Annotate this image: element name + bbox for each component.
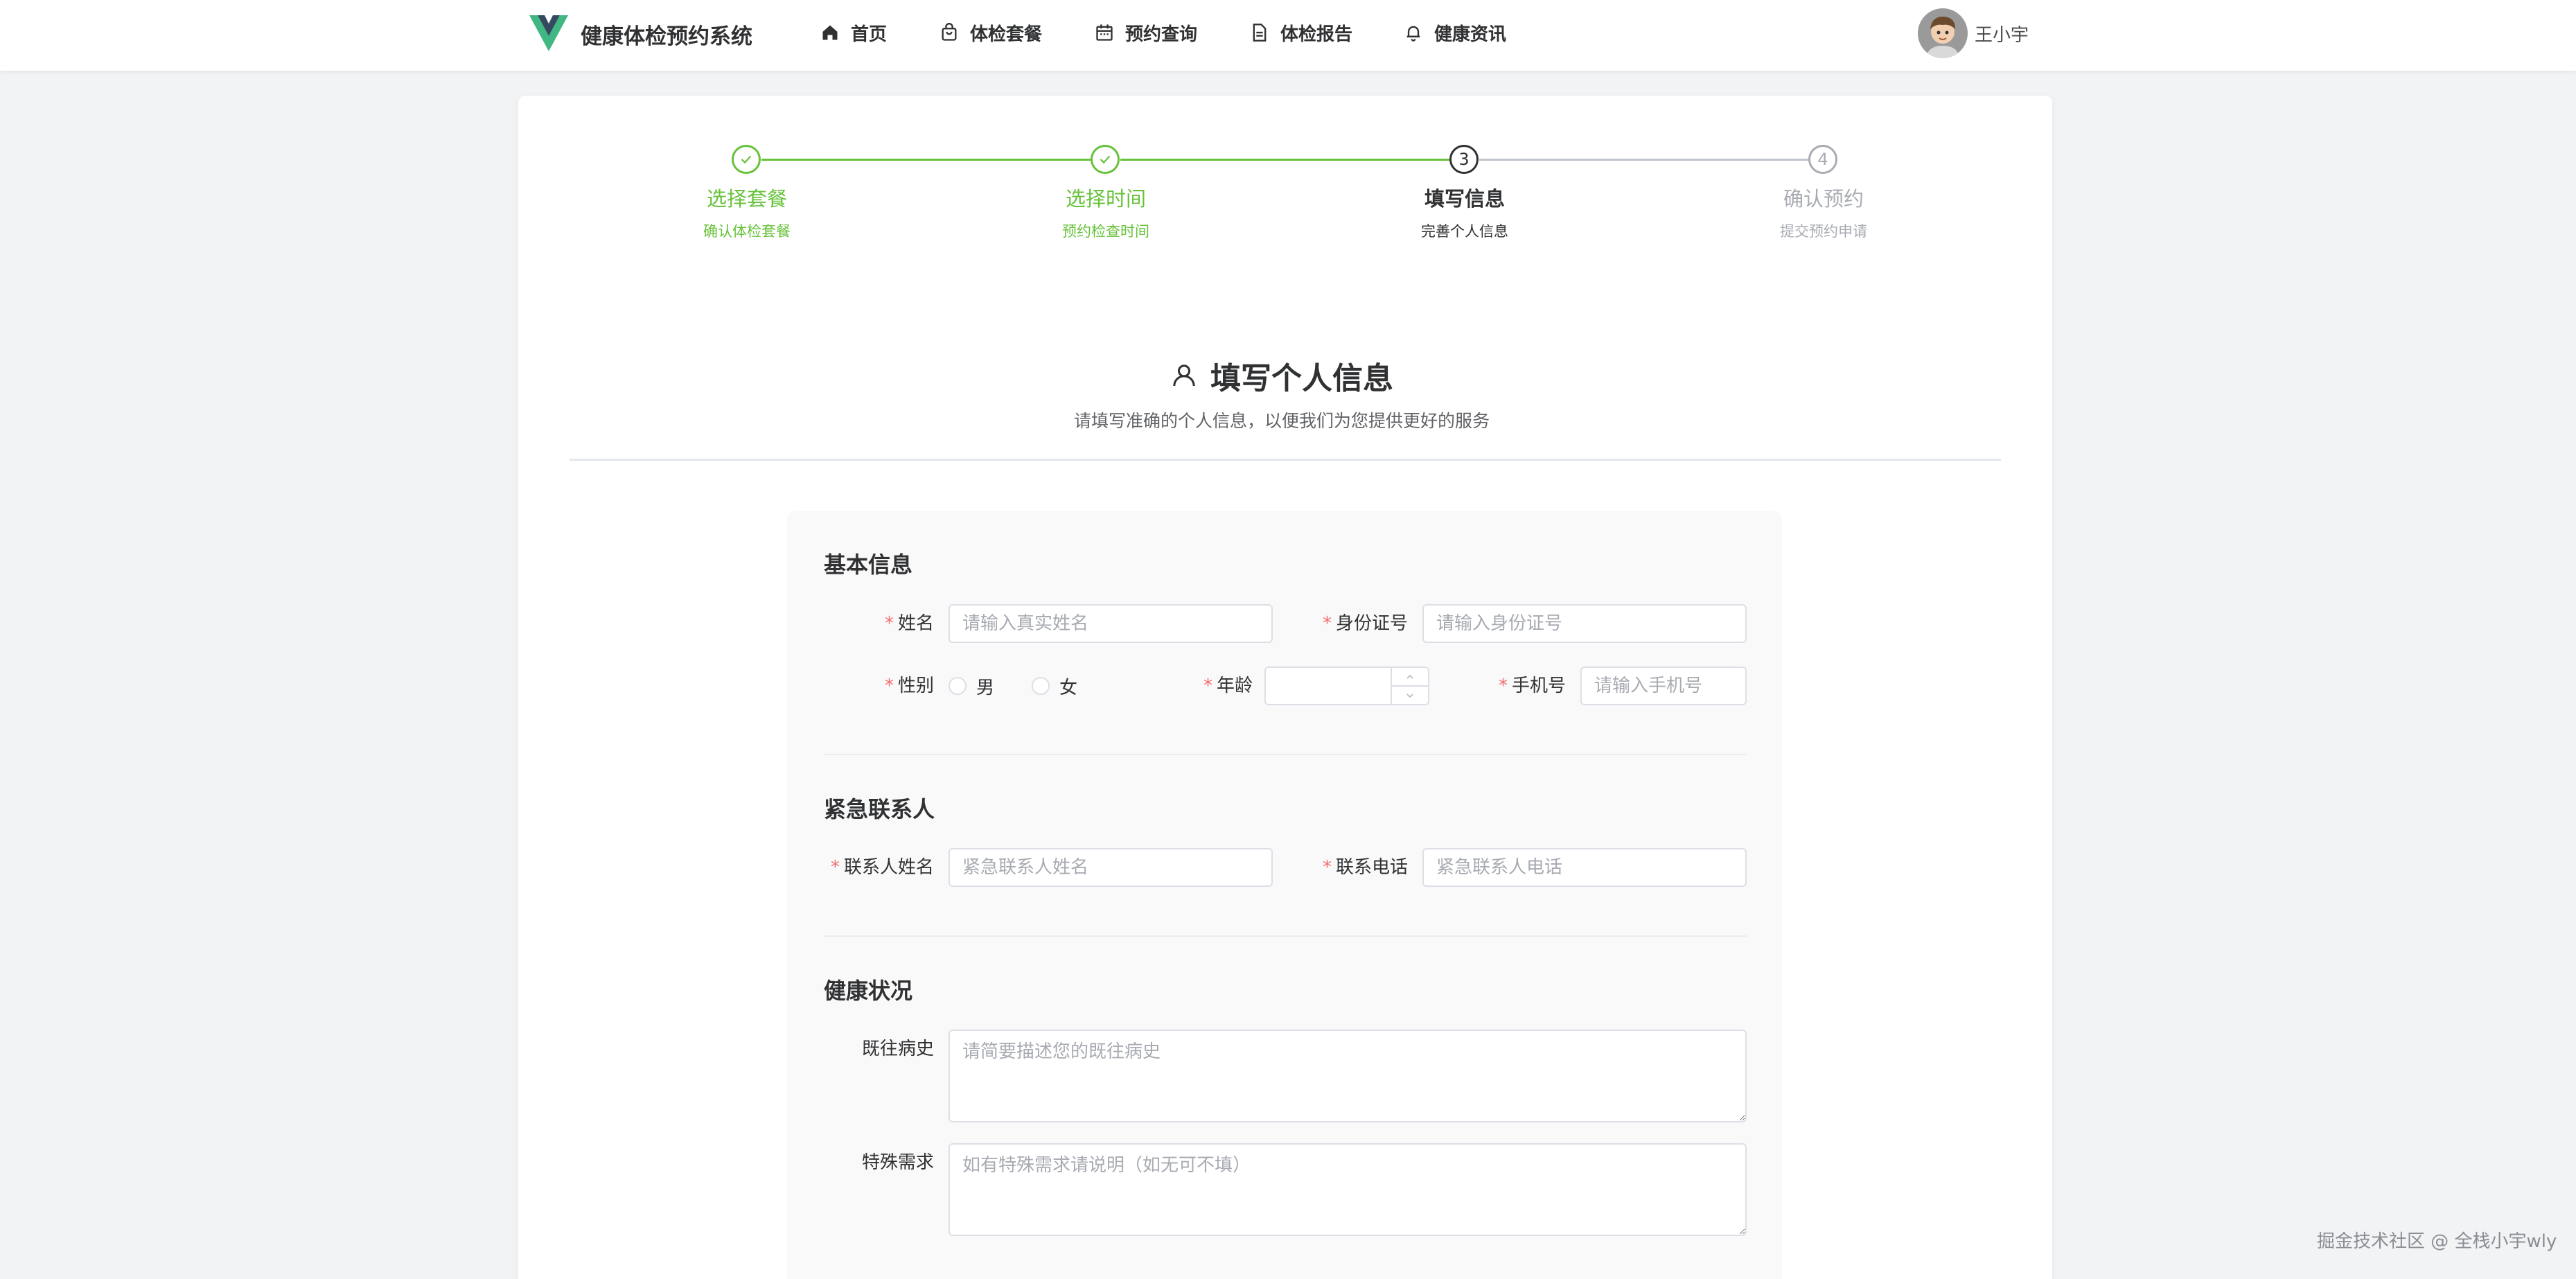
document-icon — [1253, 24, 1267, 42]
shopping-bag-icon — [942, 23, 957, 41]
calendar-icon — [1096, 24, 1113, 41]
required-mark: * — [1322, 613, 1332, 634]
user-icon — [1173, 364, 1195, 387]
step-4-number: 4 — [1808, 145, 1837, 174]
top-navbar: 健康体检预约系统 首页 体检套餐 预约查询 体检报告 健康资讯 王小宇 — [0, 0, 2576, 71]
step-3-number: 3 — [1449, 145, 1479, 174]
required-mark: * — [884, 676, 894, 696]
name-input[interactable] — [949, 604, 1273, 643]
radio-label-male: 男 — [976, 677, 995, 698]
emergency-contact-title: 紧急联系人 — [824, 796, 935, 822]
nav-news-label: 健康资讯 — [1434, 24, 1507, 45]
step-2-check-icon — [1091, 145, 1120, 174]
group-divider — [824, 935, 1747, 937]
section-title: 填写个人信息 — [1210, 361, 1393, 396]
decrement-button[interactable] — [1391, 685, 1428, 704]
contact-name-input[interactable] — [949, 848, 1273, 887]
age-input[interactable] — [1264, 667, 1392, 705]
step-connector-2 — [1120, 159, 1450, 161]
section-header: 填写个人信息 — [970, 353, 1594, 398]
gender-radio-female[interactable]: 女 — [1032, 667, 1077, 705]
app-title[interactable]: 健康体检预约系统 — [581, 19, 752, 50]
step-4-desc: 提交预约申请 — [1780, 223, 1867, 240]
contact-name-label: * 联系人姓名 — [830, 857, 934, 878]
name-label: * 姓名 — [884, 613, 934, 634]
section-divider — [570, 459, 2001, 461]
step-3-desc: 完善个人信息 — [1421, 223, 1508, 240]
required-mark: * — [1498, 676, 1508, 696]
bell-icon — [1406, 26, 1420, 42]
nav-home-label: 首页 — [851, 24, 888, 45]
step-connector-3 — [1479, 159, 1809, 161]
contact-phone-input[interactable] — [1422, 848, 1747, 887]
nav-report[interactable]: 体检报告 — [1250, 19, 1352, 46]
group-divider — [824, 754, 1747, 755]
medical-history-textarea[interactable] — [949, 1030, 1747, 1122]
step-1-desc: 确认体检套餐 — [703, 223, 791, 240]
watermark: 掘金技术社区 @ 全栈小宇wly — [2317, 1231, 2557, 1252]
avatar[interactable] — [1918, 8, 1968, 58]
health-status-title: 健康状况 — [824, 978, 913, 1004]
gender-label: * 性别 — [884, 676, 934, 696]
increment-button[interactable] — [1391, 668, 1428, 685]
section-subtitle: 请填写准确的个人信息，以便我们为您提供更好的服务 — [1073, 411, 1490, 431]
nav-packages[interactable]: 体检套餐 — [939, 19, 1042, 46]
radio-label-female: 女 — [1059, 677, 1078, 698]
special-needs-textarea[interactable] — [949, 1143, 1747, 1236]
phone-input[interactable] — [1580, 667, 1747, 705]
id-card-input[interactable] — [1422, 604, 1747, 643]
nav-query[interactable]: 预约查询 — [1095, 19, 1197, 46]
basic-info-title: 基本信息 — [824, 552, 913, 578]
chevron-down-icon — [1406, 694, 1413, 698]
user-menu[interactable]: 王小宇 — [1918, 8, 2029, 58]
nav-news[interactable]: 健康资讯 — [1404, 19, 1506, 46]
id-card-label: * 身份证号 — [1322, 613, 1408, 634]
nav-packages-label: 体检套餐 — [970, 24, 1043, 45]
required-mark: * — [1322, 857, 1332, 878]
step-2-title: 选择时间 — [1065, 187, 1146, 211]
age-stepper[interactable] — [1391, 667, 1429, 705]
gender-radio-male[interactable]: 男 — [949, 667, 994, 705]
radio-circle[interactable] — [1032, 677, 1050, 695]
required-mark: * — [1203, 676, 1212, 696]
chevron-up-icon — [1406, 674, 1413, 678]
phone-label: * 手机号 — [1498, 676, 1566, 696]
nav-report-label: 体检报告 — [1280, 24, 1353, 45]
step-1-title: 选择套餐 — [706, 187, 787, 211]
step-2-desc: 预约检查时间 — [1062, 223, 1149, 240]
nav-home[interactable]: 首页 — [820, 19, 887, 46]
vue-logo-icon[interactable] — [529, 15, 568, 51]
step-3-title: 填写信息 — [1424, 187, 1505, 211]
required-mark: * — [884, 613, 894, 634]
step-1-check-icon — [732, 145, 761, 174]
step-connector-1 — [761, 159, 1091, 161]
contact-phone-label: * 联系电话 — [1322, 857, 1408, 878]
special-needs-label: 特殊需求 — [861, 1152, 934, 1173]
age-label: * 年龄 — [1203, 676, 1253, 696]
required-mark: * — [830, 857, 840, 878]
step-4-title: 确认预约 — [1783, 187, 1864, 211]
user-name: 王小宇 — [1975, 24, 2029, 46]
nav-query-label: 预约查询 — [1125, 24, 1198, 45]
history-label: 既往病史 — [861, 1039, 934, 1059]
radio-circle[interactable] — [949, 677, 967, 695]
home-icon — [822, 25, 838, 40]
